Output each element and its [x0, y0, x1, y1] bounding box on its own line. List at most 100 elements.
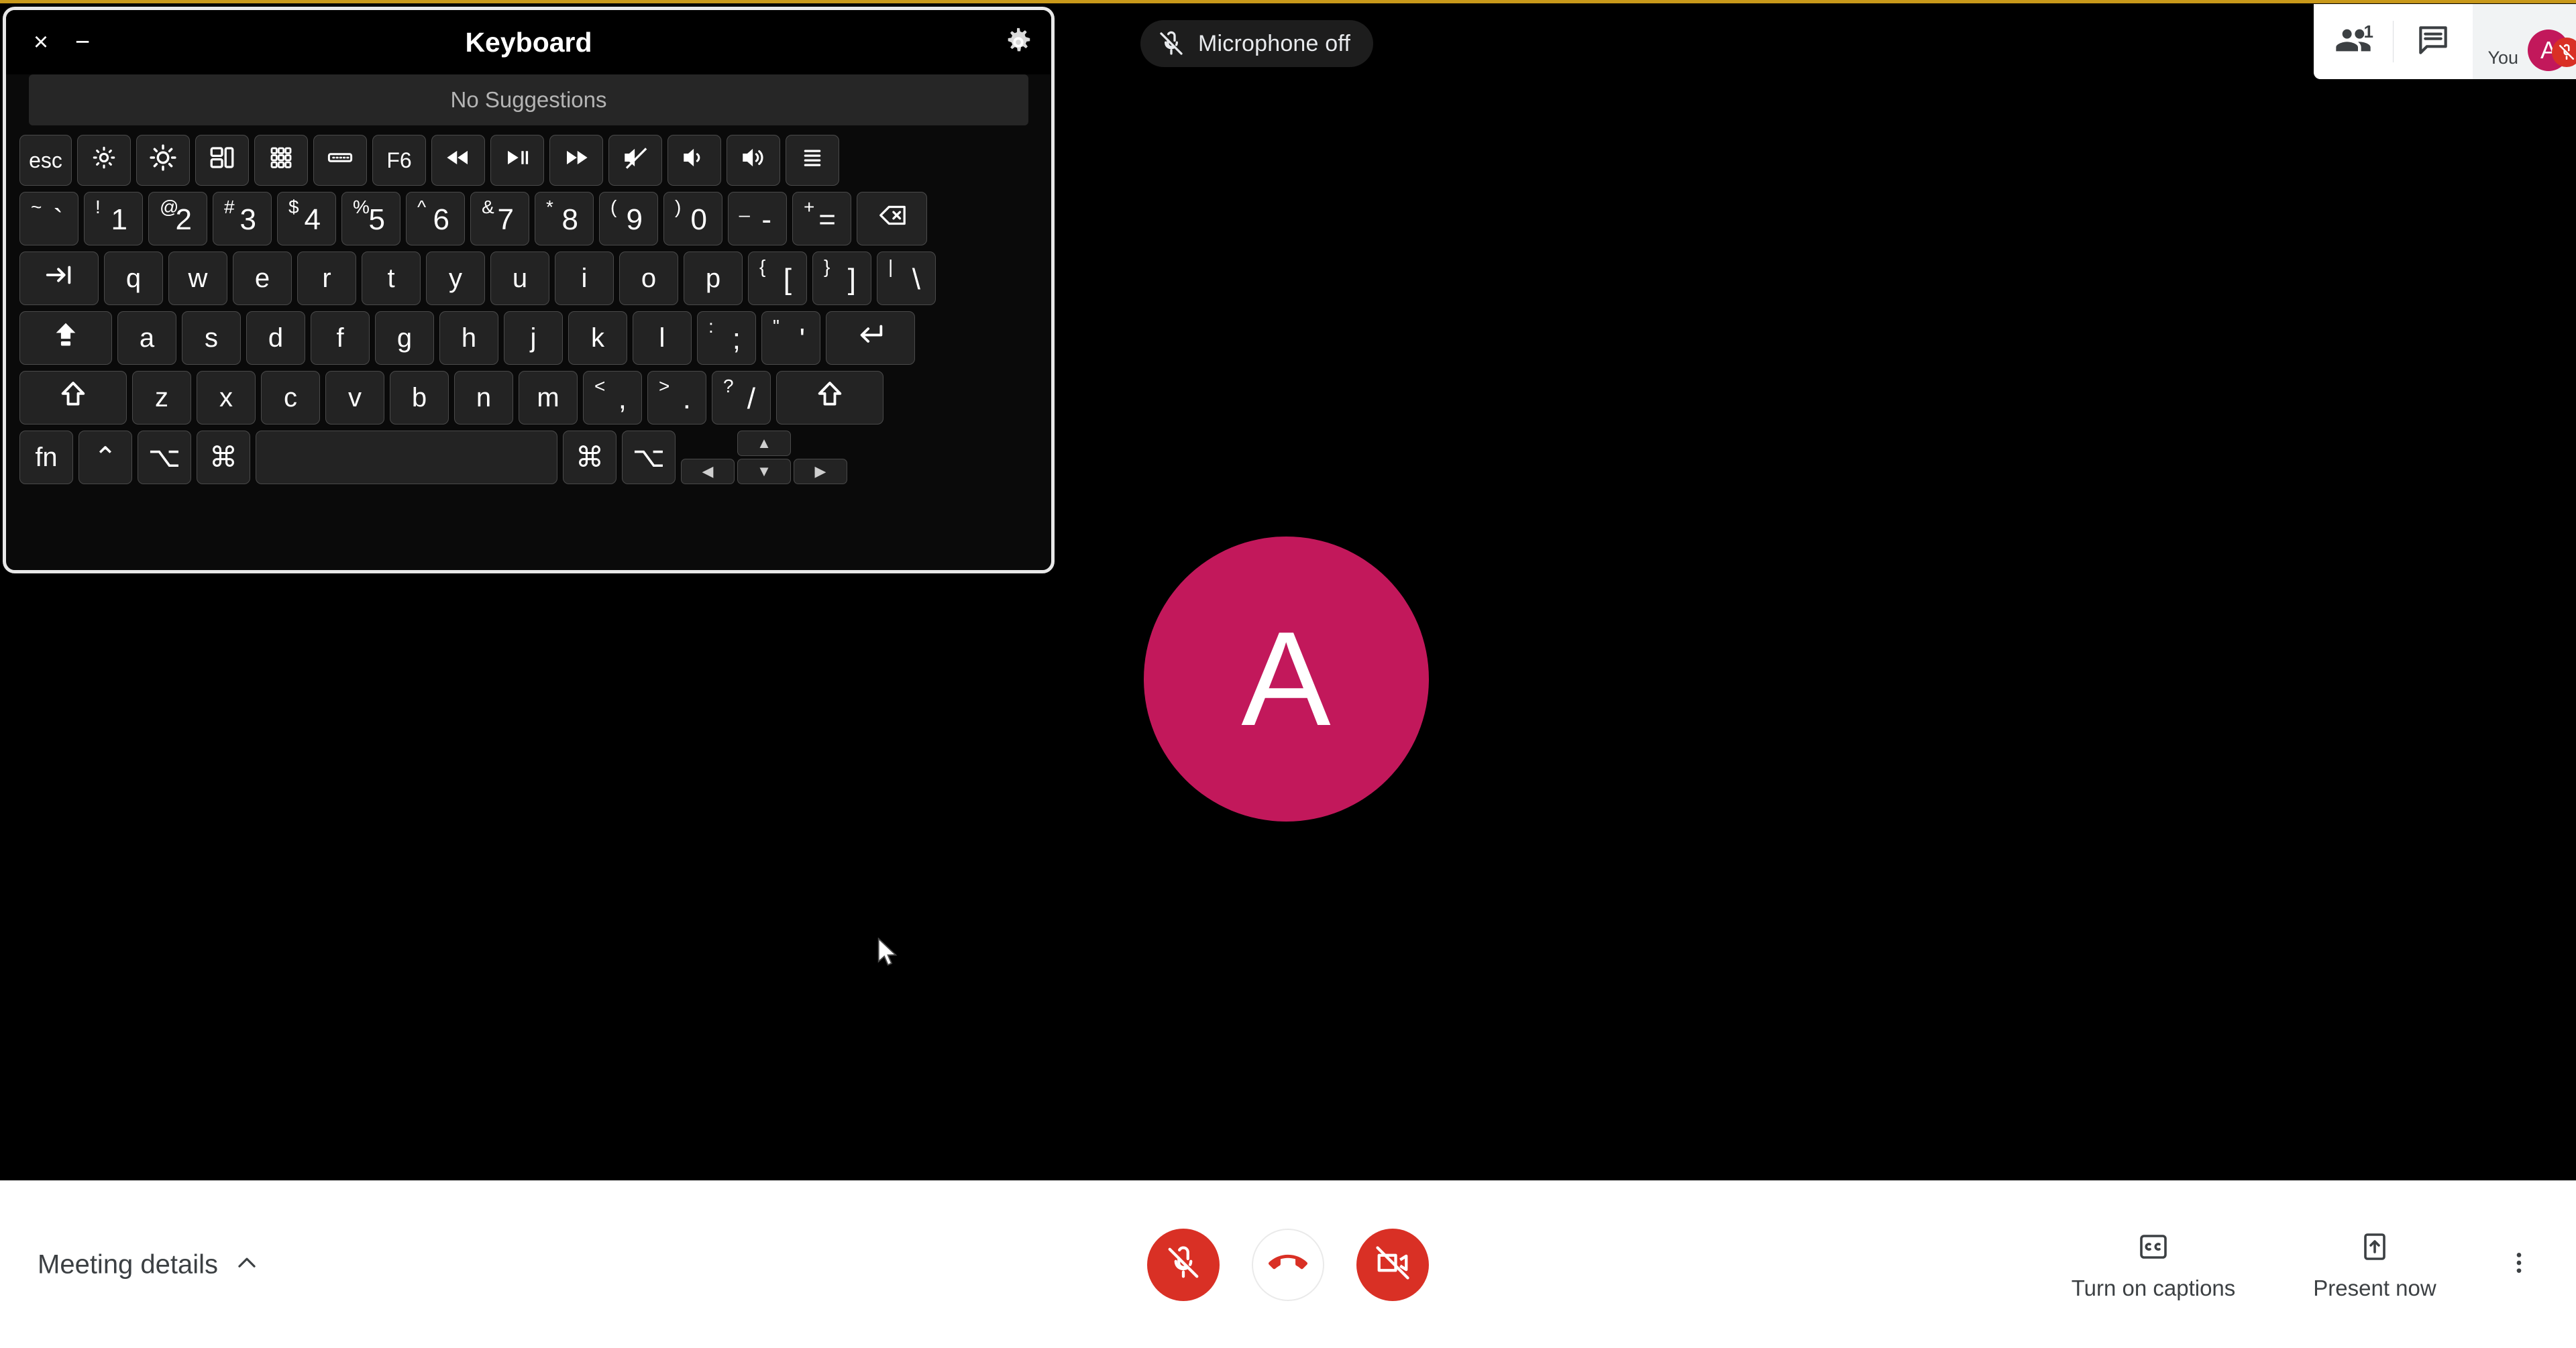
- key-fn[interactable]: fn: [19, 431, 73, 484]
- captions-label: Turn on captions: [2071, 1275, 2236, 1300]
- key-v[interactable]: v: [325, 371, 384, 425]
- key-shift-right[interactable]: [776, 371, 883, 425]
- key-p[interactable]: p: [684, 251, 743, 305]
- meeting-details-button[interactable]: Meeting details: [38, 1249, 260, 1280]
- key-fast-forward[interactable]: [549, 135, 603, 186]
- key-c[interactable]: c: [261, 371, 320, 425]
- key-control-center[interactable]: [786, 135, 839, 186]
- key-arrow-left[interactable]: ◀: [681, 459, 735, 484]
- shift-icon: [58, 379, 89, 416]
- key-e[interactable]: e: [233, 251, 292, 305]
- key-period[interactable]: >.: [647, 371, 706, 425]
- key-0[interactable]: ) 0: [663, 192, 722, 245]
- key-bracket-left[interactable]: {[: [748, 251, 807, 305]
- more-vert-icon: [2506, 1249, 2532, 1280]
- key-i[interactable]: i: [555, 251, 614, 305]
- key-space[interactable]: [256, 431, 557, 484]
- key-launchpad[interactable]: [254, 135, 308, 186]
- key-volume-up[interactable]: [727, 135, 780, 186]
- key-f[interactable]: f: [311, 311, 370, 365]
- key-mute[interactable]: [608, 135, 662, 186]
- key-keyboard-backlight[interactable]: [313, 135, 367, 186]
- key-k[interactable]: k: [568, 311, 627, 365]
- key-s[interactable]: s: [182, 311, 241, 365]
- close-icon[interactable]: ×: [22, 30, 60, 55]
- keyboard-row-home: a s d f g h j k l:; " ': [19, 311, 1038, 365]
- suggestions-bar[interactable]: No Suggestions: [29, 74, 1028, 125]
- key-t[interactable]: t: [362, 251, 421, 305]
- key-8[interactable]: * 8: [535, 192, 594, 245]
- key-m[interactable]: m: [519, 371, 578, 425]
- key-backslash[interactable]: | \: [877, 251, 936, 305]
- keyboard-row-modifier: fn ⌃ ⌥ ⌘ ⌘ ⌥ ▲ ◀ ▼ ▶: [19, 431, 1038, 484]
- key-l[interactable]: l: [633, 311, 692, 365]
- key-7[interactable]: & 7: [470, 192, 529, 245]
- mic-status-label: Microphone off: [1198, 30, 1351, 56]
- key-3[interactable]: #3: [213, 192, 272, 245]
- key-command-left[interactable]: ⌘: [197, 431, 250, 484]
- key-shift-left[interactable]: [19, 371, 127, 425]
- minimize-icon[interactable]: −: [64, 30, 101, 55]
- key-4[interactable]: $4: [277, 192, 336, 245]
- key-w[interactable]: w: [168, 251, 227, 305]
- key-command-right[interactable]: ⌘: [563, 431, 616, 484]
- key-j[interactable]: j: [504, 311, 563, 365]
- key-arrow-down[interactable]: ▼: [737, 459, 791, 484]
- key-g[interactable]: g: [375, 311, 434, 365]
- key-5[interactable]: % 5: [341, 192, 400, 245]
- key-d[interactable]: d: [246, 311, 305, 365]
- key-option-right[interactable]: ⌥: [622, 431, 676, 484]
- gear-icon[interactable]: [1003, 27, 1034, 58]
- key-return[interactable]: [826, 311, 915, 365]
- key-arrow-up[interactable]: ▲: [737, 431, 791, 456]
- key-r[interactable]: r: [297, 251, 356, 305]
- key-f6[interactable]: F6: [372, 135, 426, 186]
- key-b[interactable]: b: [390, 371, 449, 425]
- turn-on-captions-button[interactable]: Turn on captions: [2046, 1229, 2261, 1301]
- self-view-tile[interactable]: You A: [2473, 4, 2576, 79]
- chat-button[interactable]: [2394, 4, 2473, 79]
- key-volume-down[interactable]: [667, 135, 721, 186]
- key-comma[interactable]: <,: [583, 371, 642, 425]
- key-tab[interactable]: [19, 251, 99, 305]
- more-options-button[interactable]: [2489, 1228, 2549, 1302]
- key-y[interactable]: y: [426, 251, 485, 305]
- key-u[interactable]: u: [490, 251, 549, 305]
- key-a[interactable]: a: [117, 311, 176, 365]
- key-x[interactable]: x: [197, 371, 256, 425]
- key-6[interactable]: ^ 6: [406, 192, 465, 245]
- key-esc[interactable]: esc: [19, 135, 72, 186]
- key-rewind[interactable]: [431, 135, 485, 186]
- key-2[interactable]: @2: [148, 192, 207, 245]
- key-q[interactable]: q: [104, 251, 163, 305]
- key-1[interactable]: ! 1: [84, 192, 143, 245]
- show-everyone-button[interactable]: 1: [2314, 4, 2393, 79]
- key-slash[interactable]: ? /: [712, 371, 771, 425]
- people-count-badge: 1: [2363, 21, 2373, 42]
- camera-off-button[interactable]: [1356, 1228, 1429, 1301]
- key-o[interactable]: o: [619, 251, 678, 305]
- key-h[interactable]: h: [439, 311, 498, 365]
- key-caps-lock[interactable]: [19, 311, 112, 365]
- microphone-off-button[interactable]: [1147, 1228, 1220, 1301]
- key-brightness-up[interactable]: [136, 135, 190, 186]
- key-delete[interactable]: [857, 192, 927, 245]
- key-n[interactable]: n: [454, 371, 513, 425]
- key-bracket-right[interactable]: }]: [812, 251, 871, 305]
- key-z[interactable]: z: [132, 371, 191, 425]
- key-equals[interactable]: + =: [792, 192, 851, 245]
- leave-call-button[interactable]: [1252, 1228, 1324, 1301]
- key-brightness-down[interactable]: [77, 135, 131, 186]
- key-backtick[interactable]: ~ `: [19, 192, 78, 245]
- key-quote[interactable]: " ': [761, 311, 820, 365]
- key-mission-control[interactable]: [195, 135, 249, 186]
- key-minus[interactable]: _ -: [728, 192, 787, 245]
- key-arrow-right[interactable]: ▶: [794, 459, 847, 484]
- key-control[interactable]: ⌃: [78, 431, 132, 484]
- key-play-pause[interactable]: [490, 135, 544, 186]
- present-now-button[interactable]: Present now: [2267, 1229, 2482, 1301]
- key-semicolon[interactable]: :;: [697, 311, 756, 365]
- key-option-left[interactable]: ⌥: [138, 431, 191, 484]
- return-icon: [855, 319, 886, 357]
- key-9[interactable]: (9: [599, 192, 658, 245]
